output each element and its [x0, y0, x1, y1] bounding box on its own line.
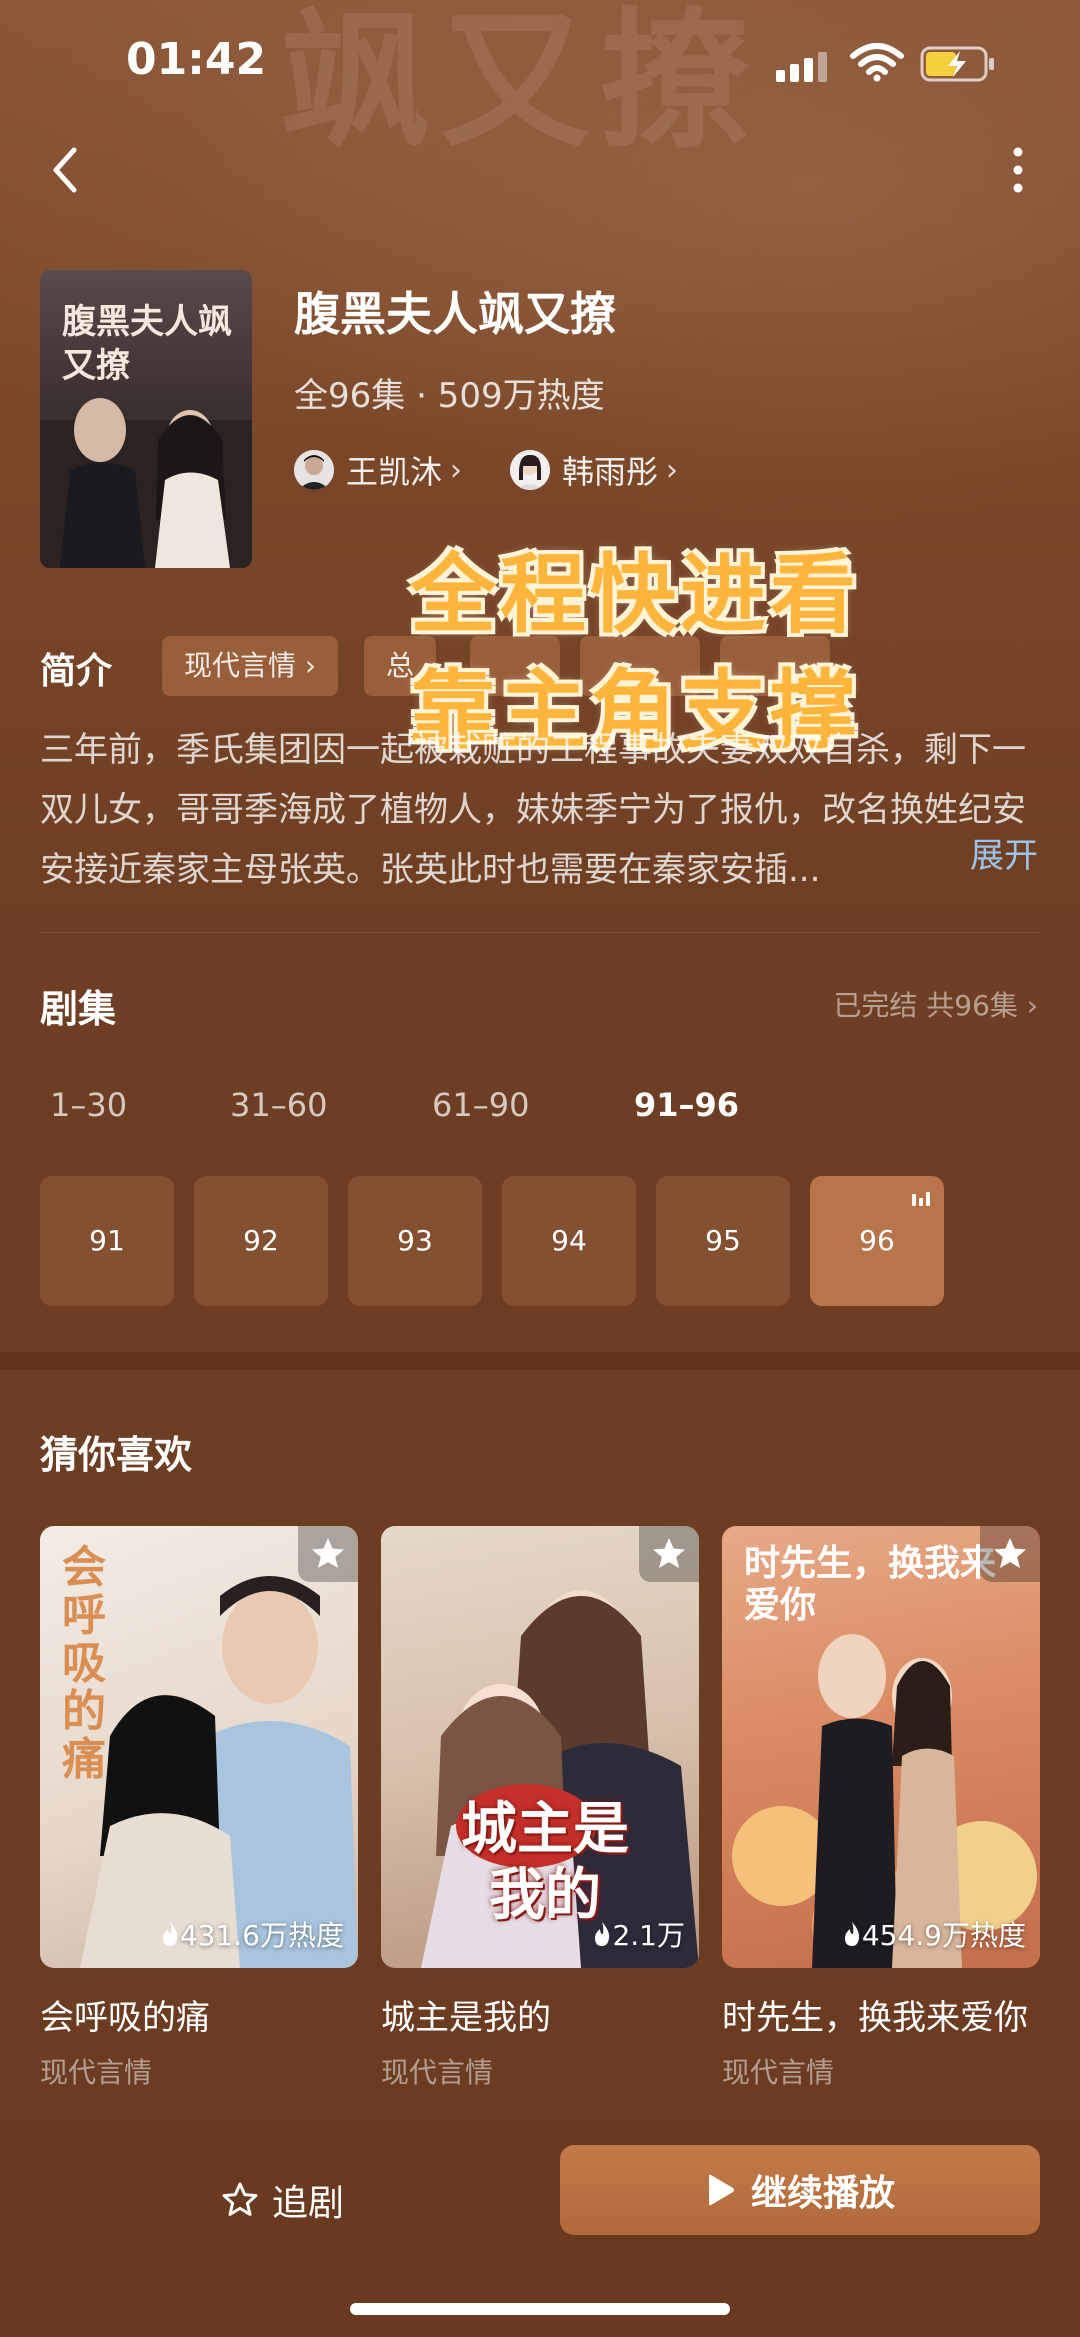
tag-label: 现代言情 [184, 649, 297, 682]
heat-badge: 431.6万热度 [160, 1914, 344, 1954]
recommend-genre: 现代言情 [722, 2056, 835, 2089]
thumbnail-art-title: 城主是我的 [461, 1796, 629, 1928]
now-playing-icon [912, 1190, 930, 1206]
battery-charging-icon [920, 46, 994, 82]
follow-series-button[interactable]: 追剧 [220, 2170, 344, 2230]
flame-icon [844, 1922, 859, 1946]
recommend-title: 时先生，换我来爱你 [722, 1998, 1028, 2038]
flame-icon [162, 1922, 177, 1946]
episode-button[interactable]: 92 [194, 1176, 328, 1306]
episode-range-tab[interactable]: 31–60 [230, 1086, 327, 1124]
episode-button-playing[interactable]: 96 [810, 1176, 944, 1306]
favorite-star-icon[interactable] [639, 1526, 699, 1582]
recommend-section-title: 猜你喜欢 [40, 1433, 193, 1477]
poster-title-art: 腹黑夫人飒又撩 [62, 302, 232, 386]
cast-member-1[interactable]: 韩雨彤 › [510, 448, 678, 492]
continue-play-button[interactable]: 继续播放 [560, 2145, 1040, 2235]
heat-value: 431.6万热度 [179, 1919, 344, 1952]
episodes-status-link[interactable]: 已完结 共96集 › [833, 984, 1038, 1024]
heat-badge: 2.1万 [592, 1914, 685, 1954]
back-button[interactable] [36, 140, 96, 200]
recommend-thumbnail: 城主是我的 2.1万 [381, 1526, 699, 1968]
favorite-star-icon[interactable] [980, 1526, 1040, 1582]
episode-range-tab[interactable]: 61–90 [432, 1086, 529, 1124]
heat-value: 454.9万热度 [861, 1919, 1026, 1952]
episode-button[interactable]: 94 [502, 1176, 636, 1306]
expand-synopsis-link[interactable]: 展开 [970, 828, 1038, 877]
show-title: 腹黑夫人飒又撩 [294, 287, 616, 341]
section-separator [0, 1352, 1080, 1370]
status-time: 01:42 [126, 34, 267, 85]
recommend-card[interactable]: 会呼吸的痛 431.6万热度 会呼吸的痛 现代言情 [40, 1526, 358, 2091]
episode-range-tab[interactable]: 1–30 [50, 1086, 127, 1124]
heat-badge: 454.9万热度 [842, 1914, 1026, 1954]
recommend-thumbnail: 会呼吸的痛 431.6万热度 [40, 1526, 358, 1968]
play-icon [708, 2174, 734, 2206]
recommend-title: 会呼吸的痛 [40, 1998, 210, 2038]
episode-button[interactable]: 95 [656, 1176, 790, 1306]
recommend-title: 城主是我的 [381, 1998, 551, 2038]
cast-member-0[interactable]: 王凯沐 › [294, 448, 462, 492]
recommend-genre: 现代言情 [381, 2056, 494, 2089]
synopsis-text: 三年前，季氏集团因一起被栽赃的工程事故夫妻双双自杀，剩下一双儿女，哥哥季海成了植… [40, 730, 1026, 890]
episodes-status-text: 已完结 共96集 [833, 989, 1018, 1022]
cast-name: 王凯沐 [346, 453, 443, 491]
status-bar: 01:42 [0, 0, 1080, 130]
wifi-icon [850, 43, 904, 82]
recommend-card[interactable]: 时先生，换我来爱你 454.9万热度 时先生，换我来爱你 现代言情 [722, 1526, 1040, 2091]
chevron-right-icon: › [666, 452, 679, 488]
signal-icon [776, 50, 828, 82]
heat-value: 2.1万 [612, 1919, 685, 1952]
play-label: 继续播放 [750, 2173, 895, 2214]
recommend-card[interactable]: 城主是我的 2.1万 城主是我的 现代言情 [381, 1526, 699, 2091]
star-outline-icon [222, 2182, 258, 2216]
episode-button[interactable]: 91 [40, 1176, 174, 1306]
recommend-thumbnail: 时先生，换我来爱你 454.9万热度 [722, 1526, 1040, 1968]
home-indicator[interactable] [350, 2303, 730, 2315]
show-poster[interactable]: 腹黑夫人飒又撩 [40, 270, 252, 568]
promo-overlay-line1: 全程快进看 [410, 545, 860, 645]
more-options-button[interactable] [998, 140, 1038, 200]
avatar [510, 450, 550, 490]
genre-tag[interactable]: 现代言情 › [162, 636, 339, 696]
episode-button[interactable]: 93 [348, 1176, 482, 1306]
episode-number: 96 [859, 1224, 895, 1257]
flame-icon [595, 1922, 610, 1946]
avatar [294, 450, 334, 490]
thumbnail-art-title: 会呼吸的痛 [62, 1542, 106, 1785]
intro-label: 简介 [40, 651, 113, 692]
follow-label: 追剧 [272, 2183, 345, 2224]
cast-name: 韩雨彤 [562, 453, 659, 491]
episodes-section-title: 剧集 [40, 987, 117, 1031]
episode-range-tab-active[interactable]: 91–96 [634, 1086, 739, 1124]
divider [40, 932, 1040, 933]
recommend-genre: 现代言情 [40, 2056, 153, 2089]
chevron-right-icon: › [450, 452, 463, 488]
thumbnail-art-title: 时先生，换我来爱你 [744, 1542, 997, 1626]
show-meta: 全96集 · 509万热度 [294, 376, 605, 416]
favorite-star-icon[interactable] [298, 1526, 358, 1582]
